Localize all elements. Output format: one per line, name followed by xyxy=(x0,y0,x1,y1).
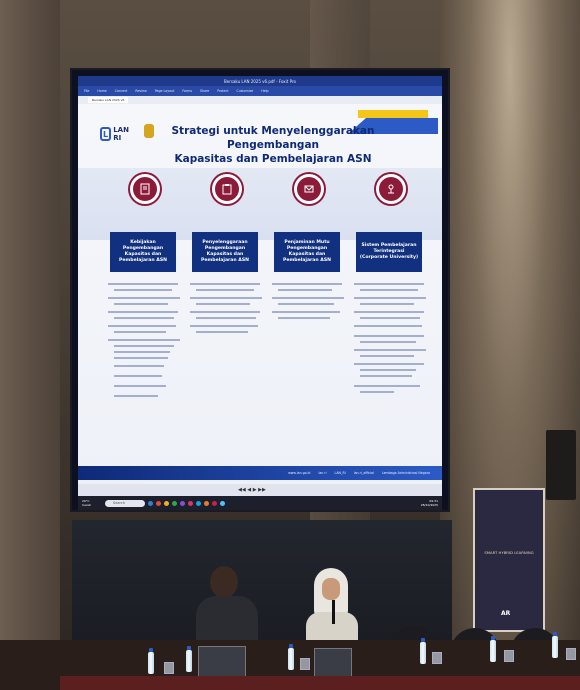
slide-title-line-1: Strategi untuk Menyelenggarakan Pengemba… xyxy=(171,125,375,151)
logo-text: LAN RI xyxy=(113,126,129,142)
wall-panel-left xyxy=(0,0,60,690)
microphone-icon xyxy=(332,600,335,624)
stage-background xyxy=(72,520,452,650)
taskbar-app-icon[interactable] xyxy=(204,500,209,506)
taskbar-app-icon[interactable] xyxy=(220,500,225,506)
document-tab[interactable]: Bersaku LAN 2025 v6 xyxy=(88,97,129,103)
slide-footer: www.lan.go.id lan.ri LAN_RI lan.ri_offic… xyxy=(78,466,442,480)
clipboard-icon xyxy=(212,174,242,204)
water-bottle xyxy=(490,636,496,662)
banner-text: SMART HYBRID LEARNING xyxy=(484,550,534,555)
water-bottle xyxy=(186,646,192,672)
lan-ri-logo: L LAN RI xyxy=(100,124,132,144)
laptop xyxy=(198,646,246,680)
laptop xyxy=(314,648,352,678)
lan-logo-mark-icon: L xyxy=(100,127,112,141)
menu-item-forms[interactable]: Forms xyxy=(182,89,192,93)
water-glass xyxy=(164,662,174,674)
footer-link-instagram: lan.ri_official xyxy=(353,471,374,475)
pillar-heading-1: Kebijakan Pengembangan Kapasitas dan Pem… xyxy=(110,232,176,272)
windows-taskbar: 29°C Cerah Search 09:31 28/10/2025 xyxy=(78,496,442,510)
slide-title-line-2: Kapasitas dan Pembelajaran ASN xyxy=(174,153,372,165)
pillar-3-bullets xyxy=(272,280,348,362)
water-bottle xyxy=(420,638,426,664)
document-tabstrip: Bersaku LAN 2025 v6 xyxy=(78,96,442,104)
network-icon xyxy=(376,174,406,204)
pillar-2-text-lines xyxy=(190,283,262,333)
banner-logo: AR xyxy=(501,610,511,617)
window-titlebar: Bersaku LAN 2025 v6.pdf - Foxit Pro xyxy=(78,76,442,86)
footer-link-website: www.lan.go.id xyxy=(288,471,311,475)
menu-item-review[interactable]: Review xyxy=(135,89,146,93)
pillar-1-bullets xyxy=(108,280,184,432)
menu-item-home[interactable]: Home xyxy=(97,89,106,93)
pillar-heading-2: Penyelenggaraan Pengembangan Kapasitas d… xyxy=(192,232,258,272)
clock-date: 28/10/2025 xyxy=(420,503,438,507)
pillar-heading-3: Penjaminan Mutu Pengembangan Kapasitas d… xyxy=(274,232,340,272)
pillar-1-text-lines xyxy=(108,283,180,397)
roll-up-banner: SMART HYBRID LEARNING AR xyxy=(473,488,545,632)
menu-item-customize[interactable]: Customize xyxy=(237,89,254,93)
taskbar-app-icon[interactable] xyxy=(188,500,193,506)
footer-link-facebook: lan.ri xyxy=(318,471,327,475)
weather-widget[interactable]: 29°C Cerah xyxy=(82,499,102,507)
taskbar-app-icon[interactable] xyxy=(180,500,185,506)
taskbar-app-icon[interactable] xyxy=(212,500,217,506)
window-title: Bersaku LAN 2025 v6.pdf - Foxit Pro xyxy=(224,78,296,84)
led-screen: Bersaku LAN 2025 v6.pdf - Foxit Pro File… xyxy=(72,70,448,510)
document-icon xyxy=(130,174,160,204)
loudspeaker xyxy=(546,430,576,500)
taskbar-clock[interactable]: 09:31 28/10/2025 xyxy=(421,499,438,507)
table-cloth xyxy=(60,676,580,690)
pillar-3-text-lines xyxy=(272,283,344,319)
water-bottle xyxy=(288,644,294,670)
page-navigation-bar: ◀◀ ◀ ▶ ▶▶ xyxy=(78,484,442,496)
taskbar-app-icon[interactable] xyxy=(196,500,201,506)
menu-item-page-layout[interactable]: Page Layout xyxy=(155,89,175,93)
footer-link-youtube: Lembaga Administrasi Negara xyxy=(381,471,430,475)
taskbar-app-icon[interactable] xyxy=(172,500,177,506)
menu-item-protect[interactable]: Protect xyxy=(217,89,228,93)
pillar-2-bullets xyxy=(190,280,266,362)
water-glass xyxy=(300,658,310,670)
taskbar-app-icon[interactable] xyxy=(148,500,153,506)
menu-item-share[interactable]: Share xyxy=(200,89,209,93)
slide-title: Strategi untuk Menyelenggarakan Pengemba… xyxy=(158,124,388,166)
taskbar-app-icon[interactable] xyxy=(164,500,169,506)
menu-item-help[interactable]: Help xyxy=(261,89,268,93)
taskbar-search-input[interactable]: Search xyxy=(105,499,145,507)
water-glass xyxy=(432,652,442,664)
male-speaker-head xyxy=(210,566,238,598)
badge-icon xyxy=(294,174,324,204)
yellow-stripe xyxy=(358,110,428,118)
garuda-emblem-icon xyxy=(144,124,154,138)
pillar-4-text-lines xyxy=(354,283,426,393)
female-speaker-face xyxy=(322,578,340,600)
menu-item-file[interactable]: File xyxy=(84,89,89,93)
pillar-heading-4: Sistem Pembelajaran Terintegrasi (Corpor… xyxy=(356,232,422,272)
pillar-4-bullets xyxy=(354,280,430,432)
footer-link-twitter: LAN_RI xyxy=(334,471,346,475)
taskbar-app-icon[interactable] xyxy=(156,500,161,506)
presentation-slide: L LAN RI Strategi untuk Menyelenggarakan… xyxy=(78,104,442,484)
water-bottle xyxy=(552,632,558,658)
weather-desc: Cerah xyxy=(82,503,91,507)
page-nav-controls-icon[interactable]: ◀◀ ◀ ▶ ▶▶ xyxy=(238,487,266,493)
photo-scene: Bersaku LAN 2025 v6.pdf - Foxit Pro File… xyxy=(0,0,580,690)
menu-ribbon: File Home Convert Review Page Layout For… xyxy=(78,86,442,96)
water-glass xyxy=(504,650,514,662)
water-bottle xyxy=(148,648,154,674)
water-glass xyxy=(566,648,576,660)
menu-item-convert[interactable]: Convert xyxy=(115,89,128,93)
